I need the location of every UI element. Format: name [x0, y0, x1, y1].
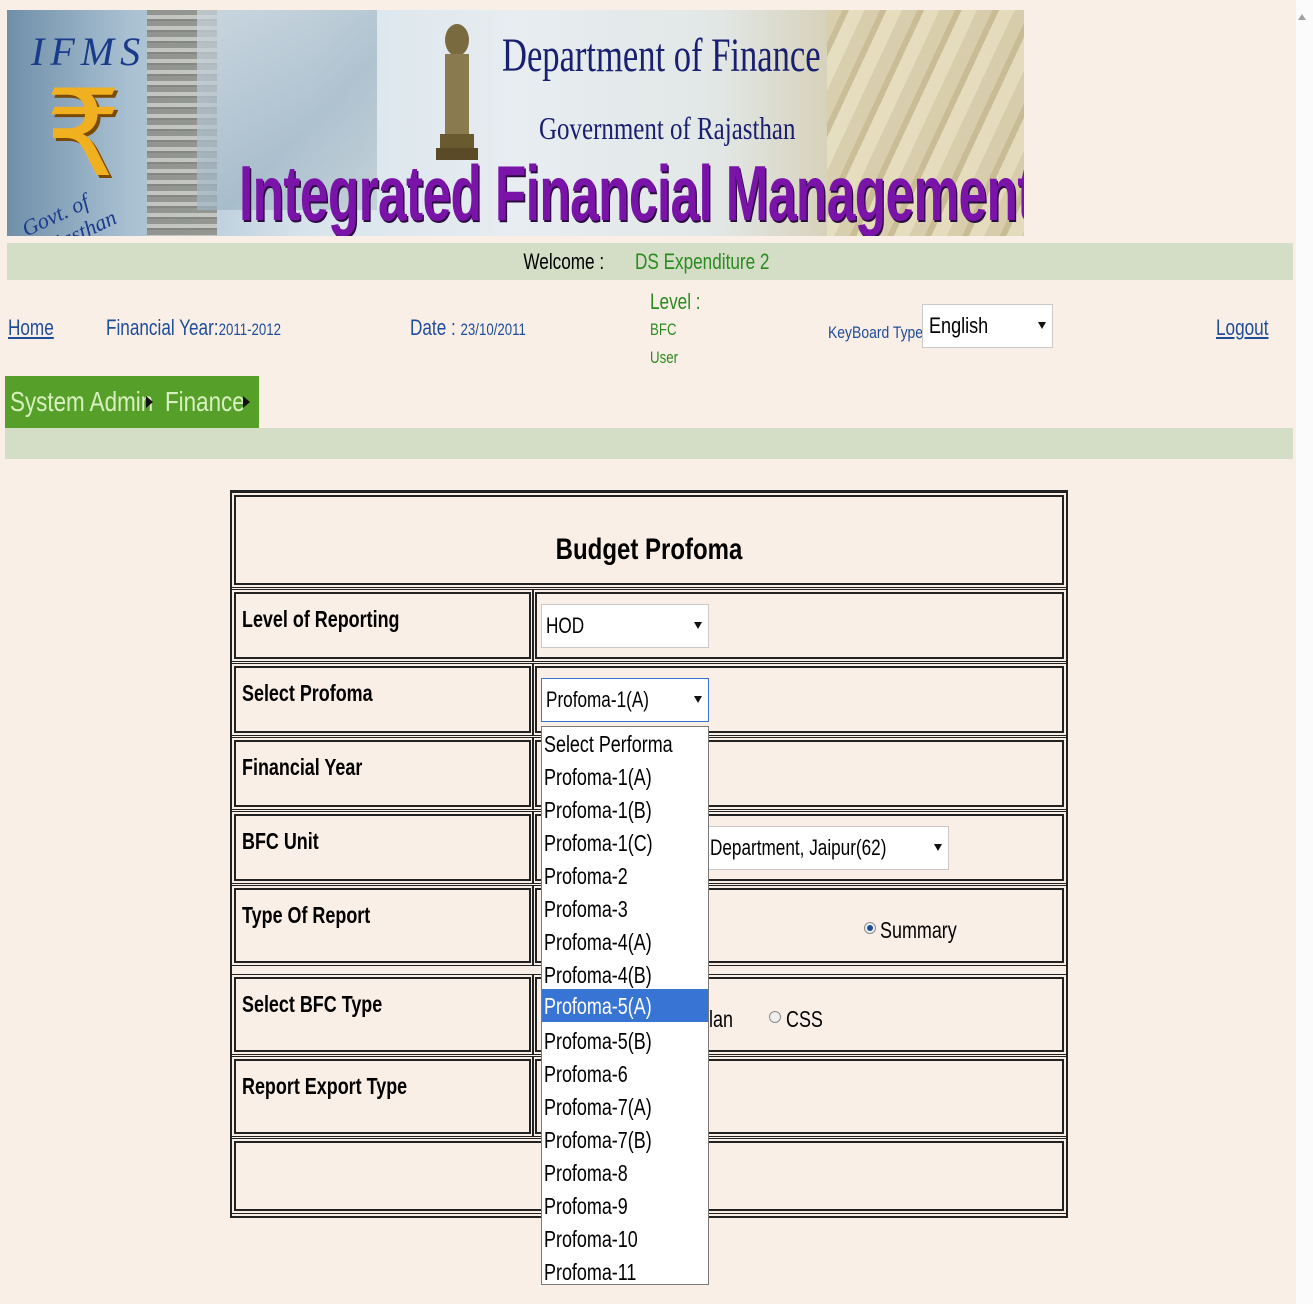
system-title: Integrated Financial Management System [239, 149, 1024, 236]
welcome-bar: Welcome : DS Expenditure 2 [7, 243, 1293, 280]
type-of-report-label: Type Of Report [242, 902, 371, 928]
chevron-down-icon [1038, 322, 1046, 329]
dropdown-option[interactable]: Profoma-1(A) [542, 760, 708, 793]
menu-arrow-icon [243, 396, 250, 408]
dropdown-option[interactable]: Profoma-1(B) [542, 793, 708, 826]
select-bfc-type-label: Select BFC Type [242, 991, 383, 1017]
css-radio-label: CSS [786, 1006, 823, 1032]
dropdown-option[interactable]: Profoma-4(A) [542, 925, 708, 958]
submenu-bar [5, 428, 1293, 459]
main-menu: System Admin Finance [5, 376, 259, 428]
dropdown-option[interactable]: Profoma-8 [542, 1156, 708, 1189]
dropdown-option[interactable]: Profoma-7(A) [542, 1090, 708, 1123]
level-info: Level : BFC User [650, 288, 701, 372]
level-of-reporting-select[interactable]: HOD [541, 604, 709, 648]
date-value: 23/10/2011 [460, 320, 526, 339]
page-scrollbar[interactable] [1296, 0, 1313, 1304]
report-export-type-label: Report Export Type [242, 1073, 408, 1099]
scroll-up-icon[interactable] [1298, 14, 1306, 20]
level-role: User [650, 348, 679, 367]
dropdown-option[interactable]: Profoma-4(B) [542, 958, 708, 991]
financial-year-value: 2011-2012 [218, 320, 282, 339]
label-cell: Select Profoma [231, 663, 534, 736]
dropdown-option[interactable]: Select Performa [542, 727, 708, 760]
profoma-dropdown-list[interactable]: Select Performa Profoma-1(A) Profoma-1(B… [541, 726, 709, 1285]
dropdown-option-highlighted[interactable]: Profoma-5(A) [542, 989, 708, 1022]
dropdown-option[interactable]: Profoma-11 [542, 1255, 708, 1288]
financial-year-info: Financial Year:2011-2012 [106, 315, 282, 340]
bfc-unit-label: BFC Unit [242, 828, 319, 854]
date-info: Date : 23/10/2011 [410, 315, 526, 340]
select-profoma-label: Select Profoma [242, 680, 373, 706]
dropdown-option[interactable]: Profoma-2 [542, 859, 708, 892]
welcome-user: DS Expenditure 2 [634, 249, 770, 274]
dropdown-option[interactable]: Profoma-7(B) [542, 1123, 708, 1156]
chevron-down-icon [934, 844, 942, 851]
label-cell: Type Of Report [231, 885, 534, 966]
welcome-label: Welcome : [523, 249, 605, 274]
css-radio[interactable] [769, 1011, 781, 1023]
level-value: BFC [650, 320, 677, 339]
government-title: Government of Rajasthan [539, 110, 796, 146]
label-cell: Level of Reporting [231, 589, 534, 662]
label-cell: Financial Year [231, 737, 534, 810]
dropdown-option[interactable]: Profoma-10 [542, 1222, 708, 1255]
select-profoma-select[interactable]: Profoma-1(A) [541, 678, 709, 722]
home-link[interactable]: Home [8, 315, 54, 341]
menu-item-system-admin[interactable]: System Admin [10, 386, 153, 418]
dropdown-option[interactable]: Profoma-3 [542, 892, 708, 925]
label-cell: Report Export Type [231, 1056, 534, 1137]
logout-link[interactable]: Logout [1216, 315, 1268, 341]
summary-radio[interactable] [864, 922, 876, 934]
chevron-down-icon [694, 622, 702, 629]
form-title-cell: Budget Profoma [231, 492, 1067, 588]
menu-arrow-icon [146, 396, 153, 408]
header-banner: IFMS ₹ Govt. of Rajasthan Department of … [7, 10, 1024, 236]
department-title: Department of Finance [502, 29, 821, 82]
summary-radio-label: Summary [880, 917, 957, 943]
menu-item-finance[interactable]: Finance [165, 386, 245, 418]
form-title: Budget Profoma [555, 533, 743, 566]
dropdown-option[interactable]: Profoma-5(B) [542, 1024, 708, 1057]
label-cell: Select BFC Type [231, 974, 534, 1055]
ifms-logo: IFMS ₹ Govt. of Rajasthan [17, 29, 147, 236]
dropdown-option[interactable]: Profoma-9 [542, 1189, 708, 1222]
dropdown-option[interactable]: Profoma-1(C) [542, 826, 708, 859]
dropdown-option[interactable]: Profoma-6 [542, 1057, 708, 1090]
financial-year-label: Financial Year [242, 754, 363, 780]
keyboard-type-label: KeyBoard Type: [828, 323, 927, 342]
label-cell: BFC Unit [231, 811, 534, 884]
state-emblem-icon [436, 24, 478, 160]
keyboard-type-select[interactable]: English [922, 304, 1053, 348]
chevron-down-icon [694, 696, 702, 703]
level-of-reporting-label: Level of Reporting [242, 606, 400, 632]
bfc-type-plan-label: lan [709, 1006, 733, 1032]
